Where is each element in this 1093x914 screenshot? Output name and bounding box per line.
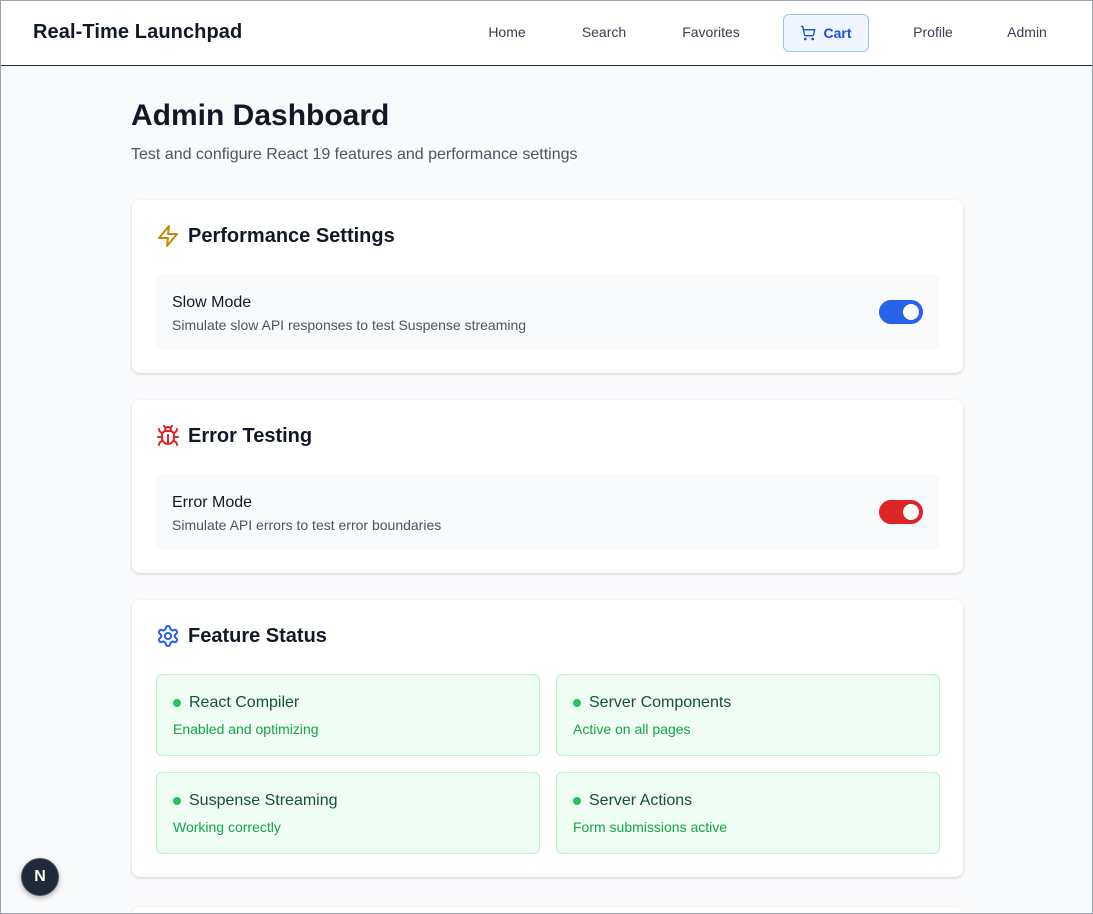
error-card-title: Error Testing	[188, 424, 313, 447]
performance-card-header: Performance Settings	[156, 222, 395, 250]
slow-mode-setting: Slow Mode Simulate slow API responses to…	[156, 274, 939, 350]
feature-description: Enabled and optimizing	[173, 721, 319, 737]
error-mode-setting: Error Mode Simulate API errors to test e…	[156, 474, 939, 550]
error-mode-description: Simulate API errors to test error bounda…	[172, 517, 442, 533]
performance-card: Performance Settings Slow Mode Simulate …	[132, 200, 963, 373]
status-dot	[573, 699, 581, 707]
slow-mode-label: Slow Mode	[172, 294, 252, 311]
bug-icon	[157, 425, 179, 446]
feature-item-react-compiler: React Compiler Enabled and optimizing	[156, 674, 540, 756]
slow-mode-toggle[interactable]	[879, 300, 923, 324]
toggle-knob	[903, 304, 919, 320]
page-title: Admin Dashboard	[131, 99, 390, 132]
feature-item-server-components: Server Components Active on all pages	[556, 674, 940, 756]
feature-name: React Compiler	[189, 694, 300, 711]
nav-favorites[interactable]: Favorites	[673, 14, 749, 52]
feature-status-card: Feature Status React Compiler Enabled an…	[132, 600, 963, 877]
error-card-header: Error Testing	[156, 422, 312, 450]
app-window: Real-Time Launchpad Home Search Favorite…	[0, 0, 1093, 914]
feature-description: Form submissions active	[573, 819, 728, 835]
nav-admin[interactable]: Admin	[999, 14, 1055, 52]
nav-cart-label: Cart	[823, 25, 852, 41]
nextjs-dev-badge[interactable]: N	[21, 858, 59, 896]
nav-home[interactable]: Home	[477, 14, 537, 52]
feature-card-title: Feature Status	[188, 624, 327, 647]
lightning-icon	[158, 225, 178, 247]
feature-item-server-actions: Server Actions Form submissions active	[556, 772, 940, 854]
status-dot	[173, 699, 181, 707]
main-nav: Home Search Favorites Cart Profile Admin	[1, 14, 1092, 52]
error-mode-toggle[interactable]	[879, 500, 923, 524]
nav-profile[interactable]: Profile	[903, 14, 963, 52]
feature-name: Suspense Streaming	[189, 792, 338, 809]
feature-description: Working correctly	[173, 819, 281, 835]
toggle-knob	[903, 504, 919, 520]
gear-icon	[158, 625, 178, 647]
feature-card-header: Feature Status	[156, 622, 327, 650]
feature-name: Server Components	[589, 694, 732, 711]
slow-mode-description: Simulate slow API responses to test Susp…	[172, 317, 527, 333]
status-dot	[573, 797, 581, 805]
error-testing-card: Error Testing Error Mode Simulate API er…	[132, 400, 963, 573]
feature-grid: React Compiler Enabled and optimizing Se…	[156, 674, 940, 854]
cart-icon	[801, 25, 816, 41]
performance-card-title: Performance Settings	[188, 224, 395, 247]
feature-name: Server Actions	[589, 792, 693, 809]
feature-item-suspense-streaming: Suspense Streaming Working correctly	[156, 772, 540, 854]
top-navbar: Real-Time Launchpad Home Search Favorite…	[1, 1, 1092, 66]
page-subtitle: Test and configure React 19 features and…	[131, 146, 578, 163]
nav-search[interactable]: Search	[573, 14, 635, 52]
feature-description: Active on all pages	[573, 721, 691, 737]
nav-cart[interactable]: Cart	[783, 14, 869, 52]
status-dot	[173, 797, 181, 805]
next-card-partial	[132, 907, 963, 913]
error-mode-label: Error Mode	[172, 494, 253, 511]
